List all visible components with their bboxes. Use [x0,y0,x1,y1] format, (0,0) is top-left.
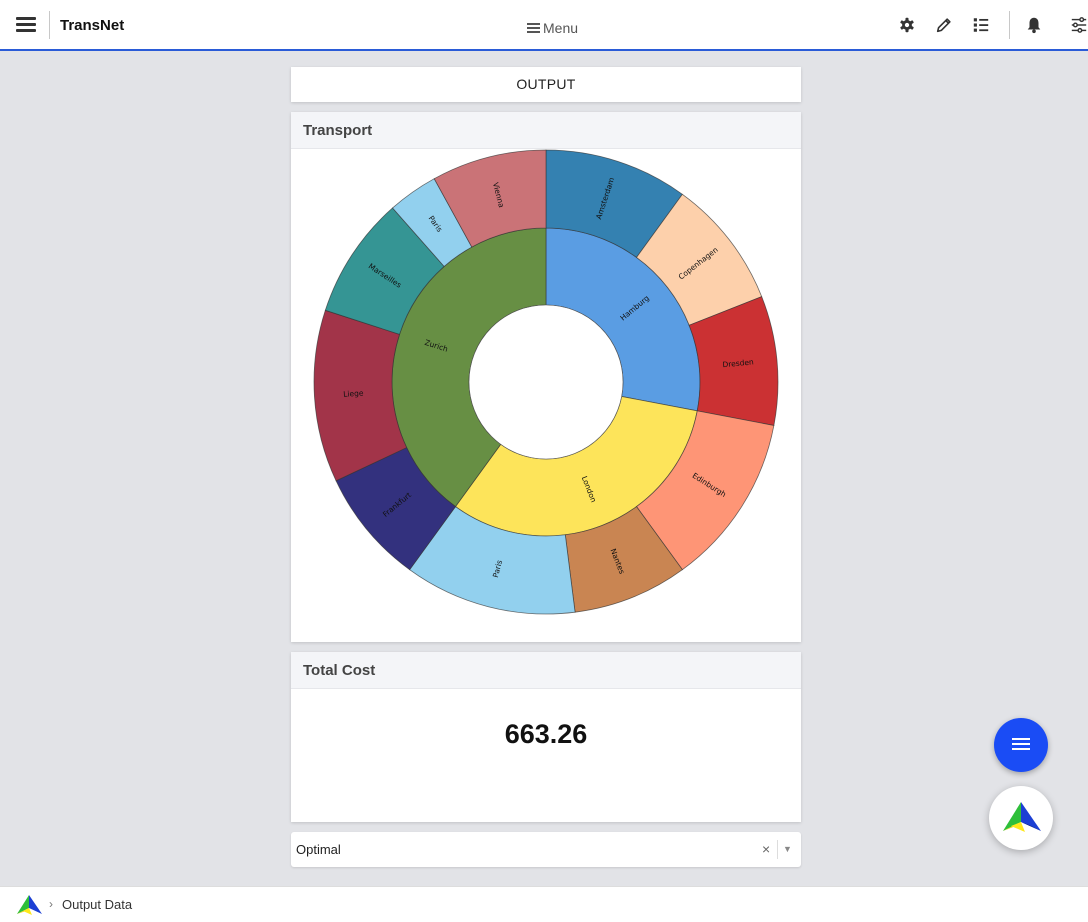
transport-card: Transport Hamburg London Zurich Amsterdam Co… [291,112,801,642]
sunburst-center [468,304,624,460]
pencil-icon[interactable] [935,16,953,34]
breadcrumb-output-data[interactable]: Output Data [62,897,132,912]
fab-menu-button[interactable] [994,718,1048,772]
menu-label: Menu [543,20,579,36]
logo-icon[interactable] [14,893,44,917]
sunburst-label-outer-liege: Liege [343,388,364,398]
status-select-value: Optimal [296,842,341,857]
app-title: TransNet [60,17,125,34]
top-bar: TransNet Menu [0,0,1088,51]
breadcrumb-separator: › [49,897,53,911]
total-cost-value: 663.26 [504,719,588,749]
divider [1009,11,1010,39]
total-cost-title: Total Cost [291,652,801,689]
sunburst-chart: HamburgLondonZurichAmsterdamCopenhagenDr… [313,149,779,615]
transport-chart: Hamburg London Zurich Amsterdam Copenhagen Dr… [291,149,801,642]
chevron-down-icon[interactable]: ▼ [783,844,792,854]
menu-icon[interactable] [16,17,36,33]
list-icon[interactable] [972,16,990,34]
divider [49,11,50,39]
status-select[interactable]: Optimal × ▼ [291,832,801,867]
select-divider [777,840,778,859]
total-cost-card: Total Cost 663.26 [291,652,801,822]
menu-button[interactable]: Menu [527,20,578,36]
clear-icon[interactable]: × [762,841,770,857]
menu-lines-icon [527,23,540,33]
sliders-icon[interactable] [1070,16,1088,34]
fab-logo-button[interactable] [989,786,1053,850]
output-header: OUTPUT [291,67,801,102]
logo-icon [1003,802,1041,832]
bell-icon[interactable] [1025,16,1043,34]
menu-icon [1012,738,1030,753]
transport-title: Transport [291,112,801,149]
footer-bar: › Output Data [0,886,1088,922]
settings-icon[interactable] [898,16,916,34]
